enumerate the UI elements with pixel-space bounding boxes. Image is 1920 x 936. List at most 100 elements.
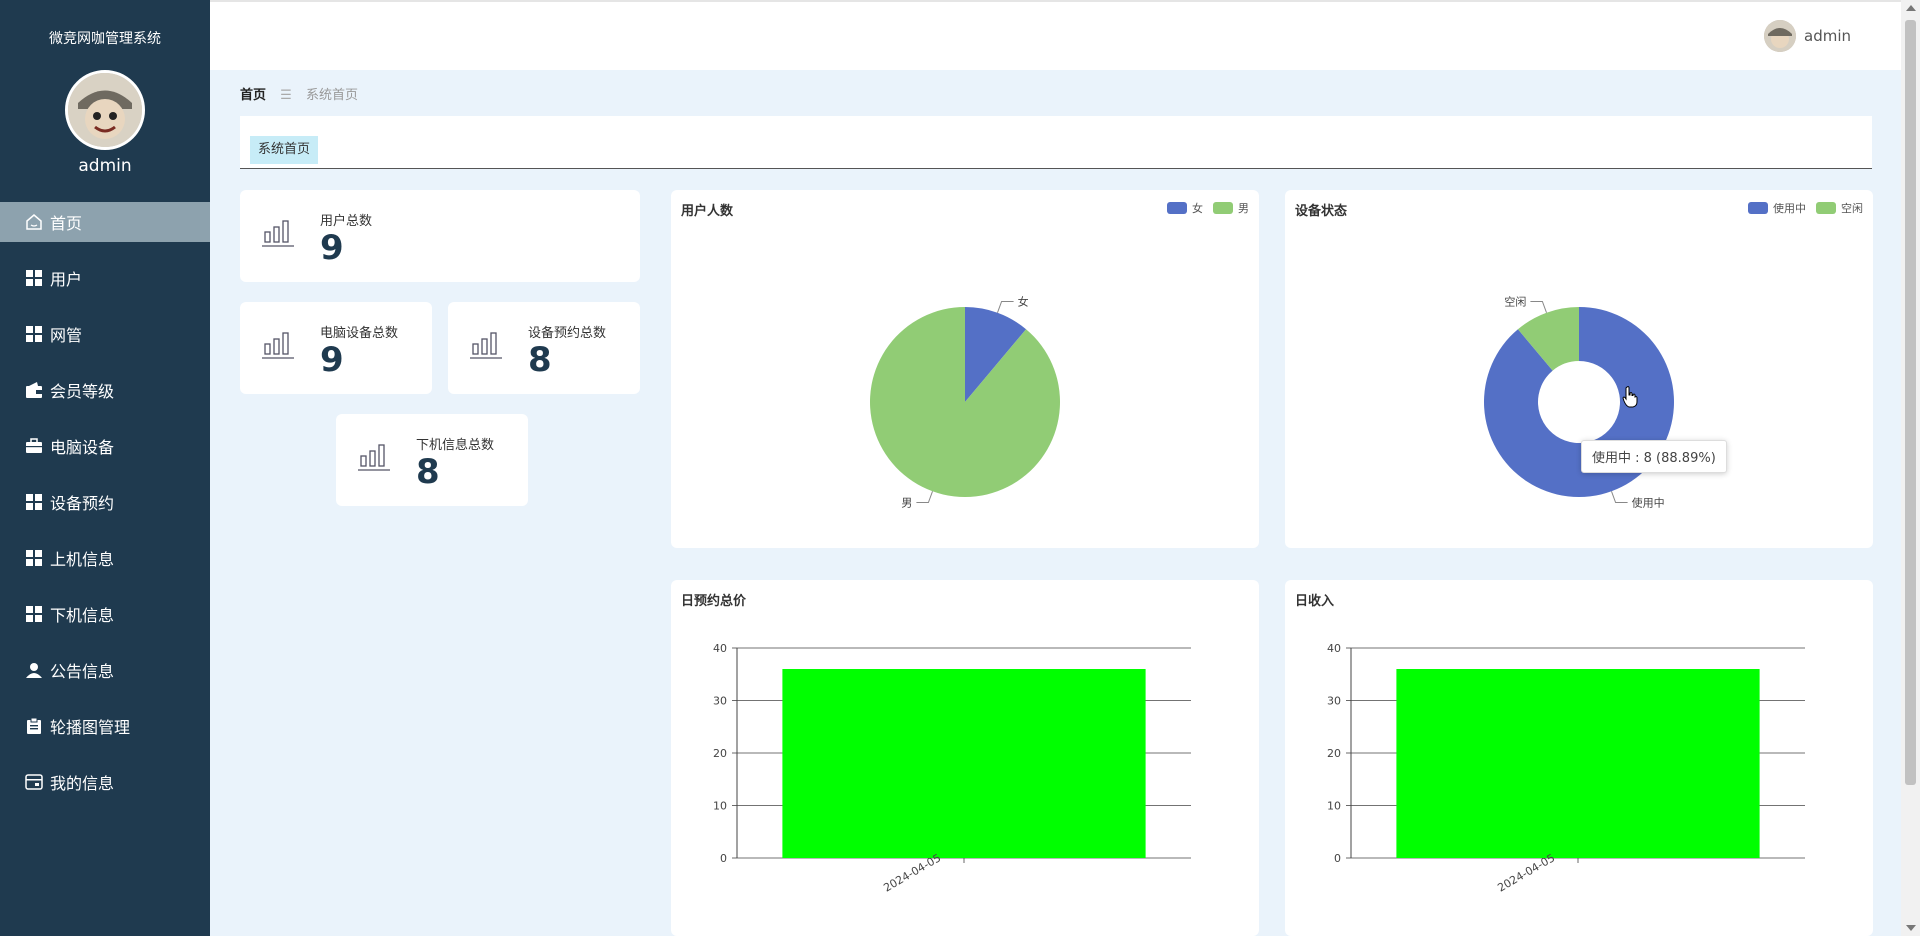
stat-label: 设备预约总数 <box>528 326 607 341</box>
bar-chart-icon <box>262 220 294 247</box>
grid-icon <box>24 548 44 568</box>
stat-card-reservations: 设备预约总数 8 <box>448 302 640 394</box>
grid-icon <box>24 604 44 624</box>
y-tick-label: 10 <box>713 800 727 813</box>
y-tick-label: 20 <box>713 747 727 760</box>
legend-swatch <box>1748 202 1768 214</box>
legend-label: 空闲 <box>1841 202 1863 215</box>
tab-bar: 系统首页 <box>240 116 1872 169</box>
scroll-up-arrow-icon[interactable] <box>1906 5 1916 11</box>
chart-legend: 使用中 空闲 <box>1738 200 1863 216</box>
y-tick-label: 20 <box>1327 747 1341 760</box>
stat-label: 电脑设备总数 <box>320 326 399 341</box>
sidebar-menu: 首页 用户 网管 会员等级 电脑设备 设备预约 上机信息 下机信息 公告信息 轮… <box>0 202 210 818</box>
pie-slice[interactable] <box>869 307 1060 497</box>
scroll-thumb[interactable] <box>1905 20 1916 785</box>
stat-value: 8 <box>528 340 552 380</box>
bar-chart-icon <box>470 332 502 359</box>
legend-label: 使用中 <box>1773 202 1806 215</box>
sidebar-item-admins[interactable]: 网管 <box>0 314 210 354</box>
wallet-icon <box>24 380 44 400</box>
sidebar-avatar <box>65 70 145 150</box>
chart-panel-daily-reservation-total: 0 10 20 30 40 2024-04-05 日预约总价 <box>671 580 1259 936</box>
sidebar-item-label: 我的信息 <box>50 774 115 793</box>
chart-svg: 女男 <box>869 294 1060 510</box>
pie-leader-line <box>1611 491 1628 504</box>
tab-system-home[interactable]: 系统首页 <box>250 136 319 164</box>
page-scrollbar[interactable] <box>1901 0 1920 936</box>
sidebar-item-users[interactable]: 用户 <box>0 258 210 298</box>
top-username[interactable]: admin <box>1804 27 1851 45</box>
stat-label: 用户总数 <box>320 214 373 229</box>
grid-icon <box>24 492 44 512</box>
sidebar-item-announcements[interactable]: 公告信息 <box>0 650 210 690</box>
pie-slice-label: 男 <box>901 497 912 510</box>
sidebar-item-logins[interactable]: 上机信息 <box>0 538 210 578</box>
user-avatar[interactable] <box>1764 20 1796 52</box>
person-icon <box>24 660 44 680</box>
sidebar-item-label: 设备预约 <box>50 494 115 513</box>
pie-slice-label: 空闲 <box>1504 294 1526 308</box>
clipboard-icon <box>24 716 44 736</box>
chart-tooltip: 使用中 : 8 (88.89%) <box>1581 440 1727 473</box>
pie-leader-line <box>997 300 1014 313</box>
scroll-down-arrow-icon[interactable] <box>1906 925 1916 931</box>
y-tick-label: 40 <box>713 642 727 655</box>
legend-item[interactable]: 女 <box>1167 200 1203 216</box>
pie-leader-line <box>916 491 933 504</box>
breadcrumb: 首页 ☰ 系统首页 <box>240 84 358 103</box>
chart-title: 日预约总价 <box>681 594 747 609</box>
pie-leader-line <box>1530 300 1547 313</box>
chart-title: 设备状态 <box>1295 204 1348 219</box>
breadcrumb-current: 系统首页 <box>305 88 358 103</box>
sidebar-username: admin <box>78 156 132 176</box>
sidebar-item-carousel[interactable]: 轮播图管理 <box>0 706 210 746</box>
chart-legend: 女 男 <box>1157 200 1249 216</box>
briefcase-icon <box>24 436 44 456</box>
sidebar-item-label: 会员等级 <box>50 382 115 401</box>
chart-panel-user-count: 女男 用户人数 女 男 <box>671 190 1259 548</box>
legend-item[interactable]: 空闲 <box>1816 200 1863 216</box>
hand-cursor-icon <box>1622 386 1638 408</box>
stat-card-users: 用户总数 9 <box>240 190 640 282</box>
bar[interactable] <box>1396 669 1760 858</box>
chart-panel-device-status: 使用中 空闲 设备状态 使用中 空闲 <box>1285 190 1873 548</box>
chart-panel-daily-income: 0 10 20 30 40 2024-04-05 日收入 <box>1285 580 1873 936</box>
sidebar-item-my-info[interactable]: 我的信息 <box>0 762 210 802</box>
grid-icon <box>24 268 44 288</box>
stat-value: 8 <box>416 452 440 492</box>
y-tick-label: 30 <box>1327 695 1341 708</box>
breadcrumb-home[interactable]: 首页 <box>240 88 266 103</box>
sidebar-item-reservations[interactable]: 设备预约 <box>0 482 210 522</box>
breadcrumb-separator-icon: ☰ <box>280 88 292 103</box>
sidebar-item-member-levels[interactable]: 会员等级 <box>0 370 210 410</box>
stat-card-computers: 电脑设备总数 9 <box>240 302 432 394</box>
sidebar-item-label: 上机信息 <box>50 550 115 569</box>
legend-item[interactable]: 使用中 <box>1748 200 1806 216</box>
y-tick-label: 0 <box>1334 852 1341 865</box>
legend-swatch <box>1213 202 1233 214</box>
y-tick-label: 10 <box>1327 800 1341 813</box>
pie-slice-label: 女 <box>1018 294 1029 308</box>
chart-title: 日收入 <box>1295 594 1335 609</box>
stat-value: 9 <box>320 340 344 380</box>
top-bar: admin <box>210 0 1901 70</box>
sidebar-item-label: 公告信息 <box>50 662 115 681</box>
legend-item[interactable]: 男 <box>1213 200 1249 216</box>
sidebar-item-label: 电脑设备 <box>50 438 115 457</box>
sidebar-item-logouts[interactable]: 下机信息 <box>0 594 210 634</box>
y-tick-label: 0 <box>720 852 727 865</box>
y-tick-label: 40 <box>1327 642 1341 655</box>
sidebar-item-label: 用户 <box>50 270 83 289</box>
sidebar-item-computers[interactable]: 电脑设备 <box>0 426 210 466</box>
sidebar: 微竞网咖管理系统 admin 首页 用户 网管 会员等级 电脑设备 设备预约 上… <box>0 0 210 936</box>
sidebar-item-home[interactable]: 首页 <box>0 202 210 242</box>
legend-swatch <box>1167 202 1187 214</box>
legend-swatch <box>1816 202 1836 214</box>
bar[interactable] <box>782 669 1146 858</box>
sidebar-item-label: 首页 <box>50 214 83 233</box>
chart-svg: 使用中 空闲 <box>1484 294 1674 510</box>
bar-chart-icon <box>358 444 390 471</box>
pie-slice-label: 使用中 <box>1632 497 1665 510</box>
sidebar-item-label: 轮播图管理 <box>50 718 131 737</box>
